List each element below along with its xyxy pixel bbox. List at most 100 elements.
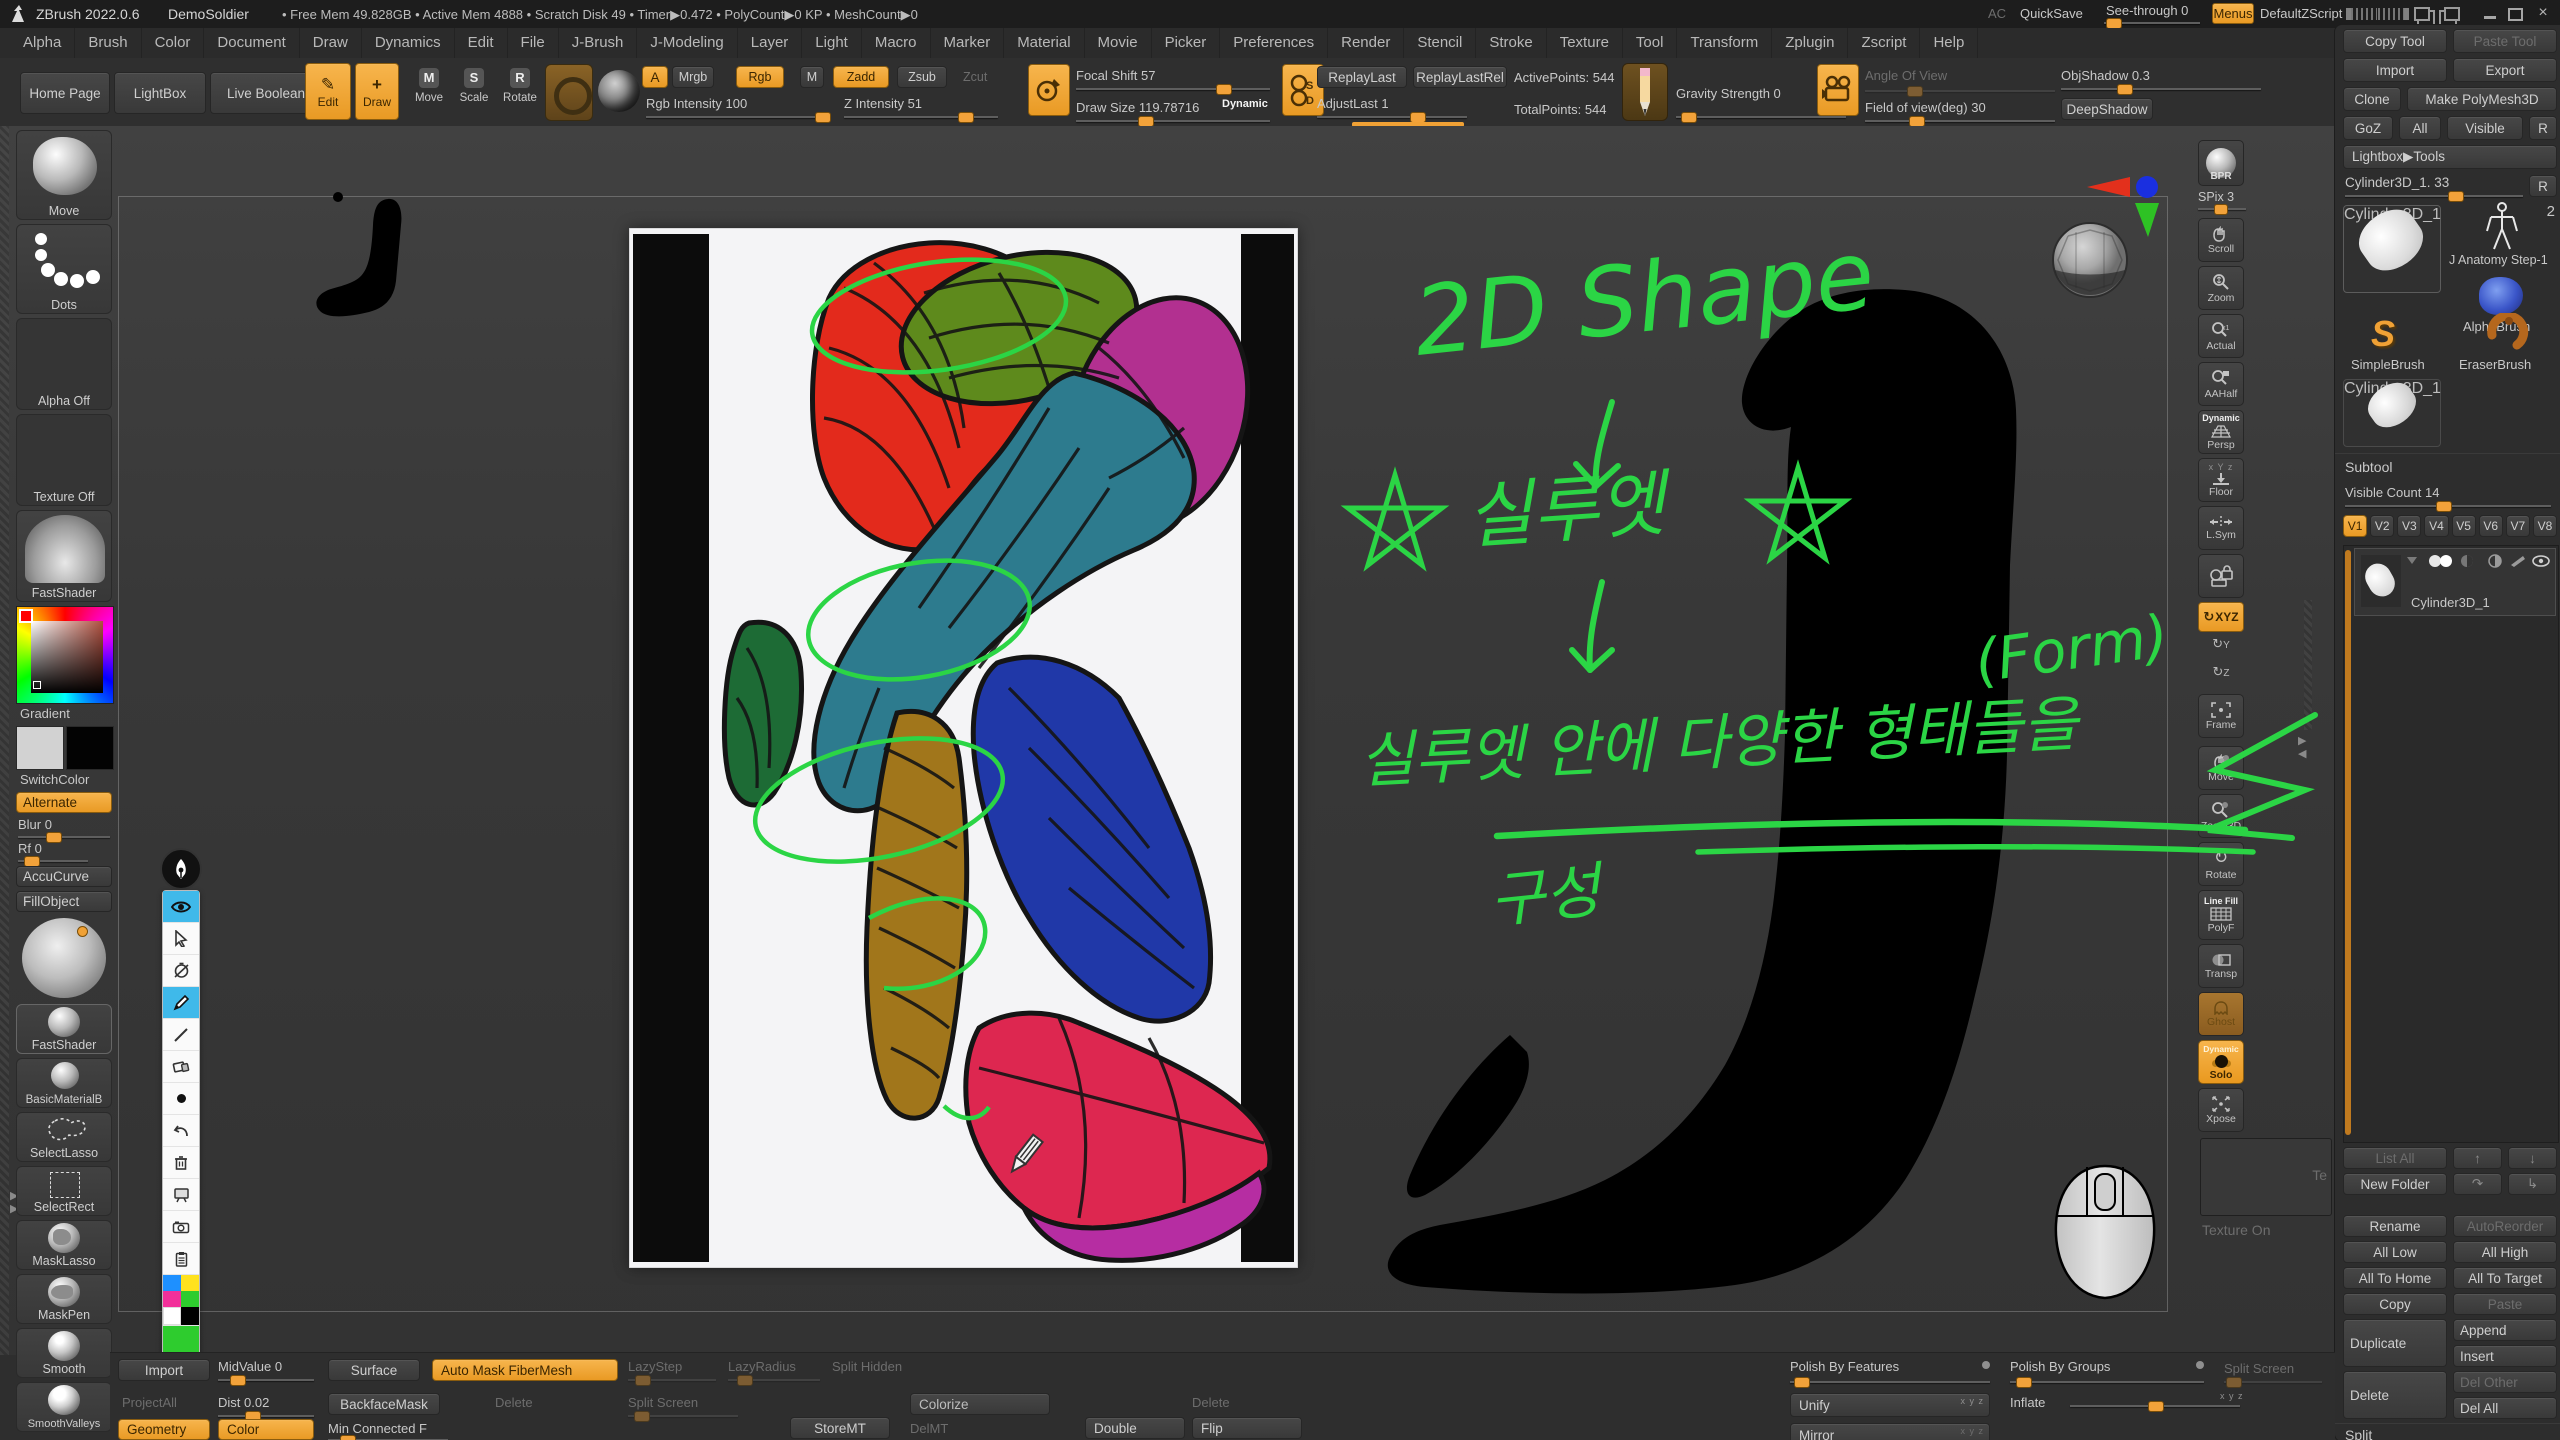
tool-thumb-selectlasso[interactable]: SelectLasso [16, 1112, 112, 1162]
insert-button[interactable]: Insert [2453, 1345, 2557, 1367]
solo-button[interactable]: Dynamic Solo [2198, 1040, 2244, 1084]
split-hidden-label[interactable]: Split Hidden [832, 1359, 902, 1374]
menus-toggle[interactable]: Menus [2212, 3, 2254, 24]
rgb-intensity-slider[interactable] [646, 116, 826, 118]
lazystep-slider[interactable] [628, 1379, 716, 1381]
all-to-home-button[interactable]: All To Home [2343, 1267, 2447, 1289]
tab-v8[interactable]: V8 [2533, 515, 2557, 537]
lock-camera-button[interactable] [2198, 554, 2244, 598]
current-r-button[interactable]: R [2529, 175, 2557, 197]
goz-all-button[interactable]: All [2399, 116, 2441, 140]
switch-color-swatches[interactable] [16, 726, 112, 768]
menu-tool[interactable]: Tool [1623, 28, 1678, 58]
delmt-button[interactable]: DelMT [910, 1421, 948, 1436]
menu-zscript[interactable]: Zscript [1848, 28, 1920, 58]
bpr-button[interactable]: BPR [2198, 140, 2244, 186]
storemt-button[interactable]: StoreMT [790, 1417, 890, 1439]
maximize-button[interactable] [2508, 8, 2523, 21]
picker-sv-square[interactable] [31, 621, 103, 693]
aahalf-button[interactable]: AAHalf [2198, 362, 2244, 406]
menu-zplugin[interactable]: Zplugin [1772, 28, 1848, 58]
subtool-paste-button[interactable]: Paste [2453, 1293, 2557, 1315]
all-high-button[interactable]: All High [2453, 1241, 2557, 1263]
zoom3d-button[interactable]: Zoom3D [2198, 794, 2244, 838]
swatch-magenta[interactable] [163, 1291, 181, 1307]
cursor-tool-button[interactable] [163, 923, 199, 955]
current-material-sphere[interactable] [598, 70, 640, 112]
swatch-yellow[interactable] [181, 1275, 199, 1291]
scale-gizmo-button[interactable]: S Scale [455, 68, 493, 104]
all-low-button[interactable]: All Low [2343, 1241, 2447, 1263]
ghost-button[interactable]: Ghost [2198, 992, 2244, 1036]
menu-jmodeling[interactable]: J-Modeling [637, 28, 737, 58]
texture-on-label[interactable]: Texture On [2202, 1222, 2270, 1238]
tool-thumb-maskpen[interactable]: MaskPen [16, 1274, 112, 1324]
inflate-slider[interactable] [2070, 1405, 2240, 1407]
replay-last-button[interactable]: ReplayLast [1317, 66, 1407, 88]
delete-fiber-button[interactable]: Delete [495, 1395, 533, 1410]
zoom-button[interactable]: Zoom [2198, 266, 2244, 310]
menu-movie[interactable]: Movie [1085, 28, 1152, 58]
gradient-label[interactable]: Gradient [20, 706, 70, 721]
ac-toggle[interactable]: AC [1988, 6, 2006, 21]
tab-v7[interactable]: V7 [2506, 515, 2530, 537]
hide-right-tray-icon[interactable] [2378, 8, 2409, 20]
swatch-black[interactable] [181, 1307, 199, 1325]
menu-color[interactable]: Color [142, 28, 205, 58]
gravity-pencil-thumbnail[interactable] [1622, 63, 1668, 121]
fillobject-button[interactable]: FillObject [16, 891, 112, 912]
dynamic-draw-size-toggle[interactable]: Dynamic [1222, 98, 1268, 110]
screenshot-button[interactable] [163, 1211, 199, 1243]
current-tool-slider[interactable] [2345, 195, 2523, 197]
hide-left-tray-icon[interactable] [2346, 8, 2377, 20]
split-screen-slider[interactable] [628, 1415, 738, 1417]
new-folder-button[interactable]: New Folder [2343, 1173, 2447, 1195]
scroll-button[interactable]: Scroll [2198, 218, 2244, 262]
angle-of-view-slider[interactable] [1865, 90, 2055, 92]
brush-selector-move[interactable]: Move [16, 130, 112, 220]
goz-button[interactable]: GoZ [2343, 116, 2393, 140]
tab-v3[interactable]: V3 [2397, 515, 2421, 537]
zadd-toggle[interactable]: Zadd [833, 66, 889, 88]
stroke-type-button[interactable] [1028, 64, 1070, 116]
lightbox-tools-button[interactable]: Lightbox▶Tools [2343, 145, 2557, 169]
subtool-copy-button[interactable]: Copy [2343, 1293, 2447, 1315]
menu-stencil[interactable]: Stencil [1404, 28, 1476, 58]
subtool-item[interactable]: Cylinder3D_1 [2354, 548, 2556, 616]
eraser-tool-button[interactable] [163, 1051, 199, 1083]
all-to-target-button[interactable]: All To Target [2453, 1267, 2557, 1289]
tool-thumb-selectrect[interactable]: SelectRect [16, 1166, 112, 1216]
pencil-tool-button[interactable] [163, 987, 199, 1019]
menu-help[interactable]: Help [1920, 28, 1978, 58]
mrgb-toggle[interactable]: Mrgb [672, 66, 714, 88]
list-all-button[interactable]: List All [2343, 1147, 2447, 1169]
cascade-windows-icon[interactable] [2414, 7, 2430, 21]
undo-button[interactable] [163, 1115, 199, 1147]
frame-button[interactable]: Frame [2198, 694, 2244, 738]
main-color-swatch[interactable] [16, 726, 64, 770]
rgb-toggle[interactable]: Rgb [736, 66, 784, 88]
focal-shift-slider[interactable] [1076, 88, 1270, 90]
menu-file[interactable]: File [508, 28, 559, 58]
swatch-white[interactable] [163, 1307, 181, 1325]
polish-groups-slider[interactable] [2010, 1381, 2204, 1383]
edit-mode-button[interactable]: ✎ Edit [305, 63, 351, 120]
material-thumb-fastshader[interactable]: FastShader [16, 1004, 112, 1054]
color-palette[interactable] [163, 1275, 199, 1326]
menu-material[interactable]: Material [1004, 28, 1084, 58]
camera-button[interactable] [1817, 64, 1859, 116]
move-down-button[interactable]: ↓ [2508, 1147, 2557, 1169]
persp-button[interactable]: Dynamic Persp [2198, 410, 2244, 454]
fov-slider[interactable] [1865, 120, 2055, 122]
duplicate-button[interactable]: Duplicate [2343, 1319, 2447, 1367]
subtool-section-header[interactable]: Subtool [2335, 453, 2560, 479]
minimize-button[interactable] [2484, 16, 2496, 19]
surface-button[interactable]: Surface [328, 1359, 420, 1381]
material-thumb-basicmaterial[interactable]: BasicMaterialB [16, 1058, 112, 1108]
menu-jbrush[interactable]: J-Brush [559, 28, 638, 58]
secondary-color-swatch[interactable] [66, 726, 114, 770]
subtool-scrollbar[interactable] [2345, 550, 2351, 1135]
spix-slider[interactable] [2198, 208, 2246, 210]
swatch-blue[interactable] [163, 1275, 181, 1291]
obj-shadow-slider[interactable] [2061, 88, 2261, 90]
